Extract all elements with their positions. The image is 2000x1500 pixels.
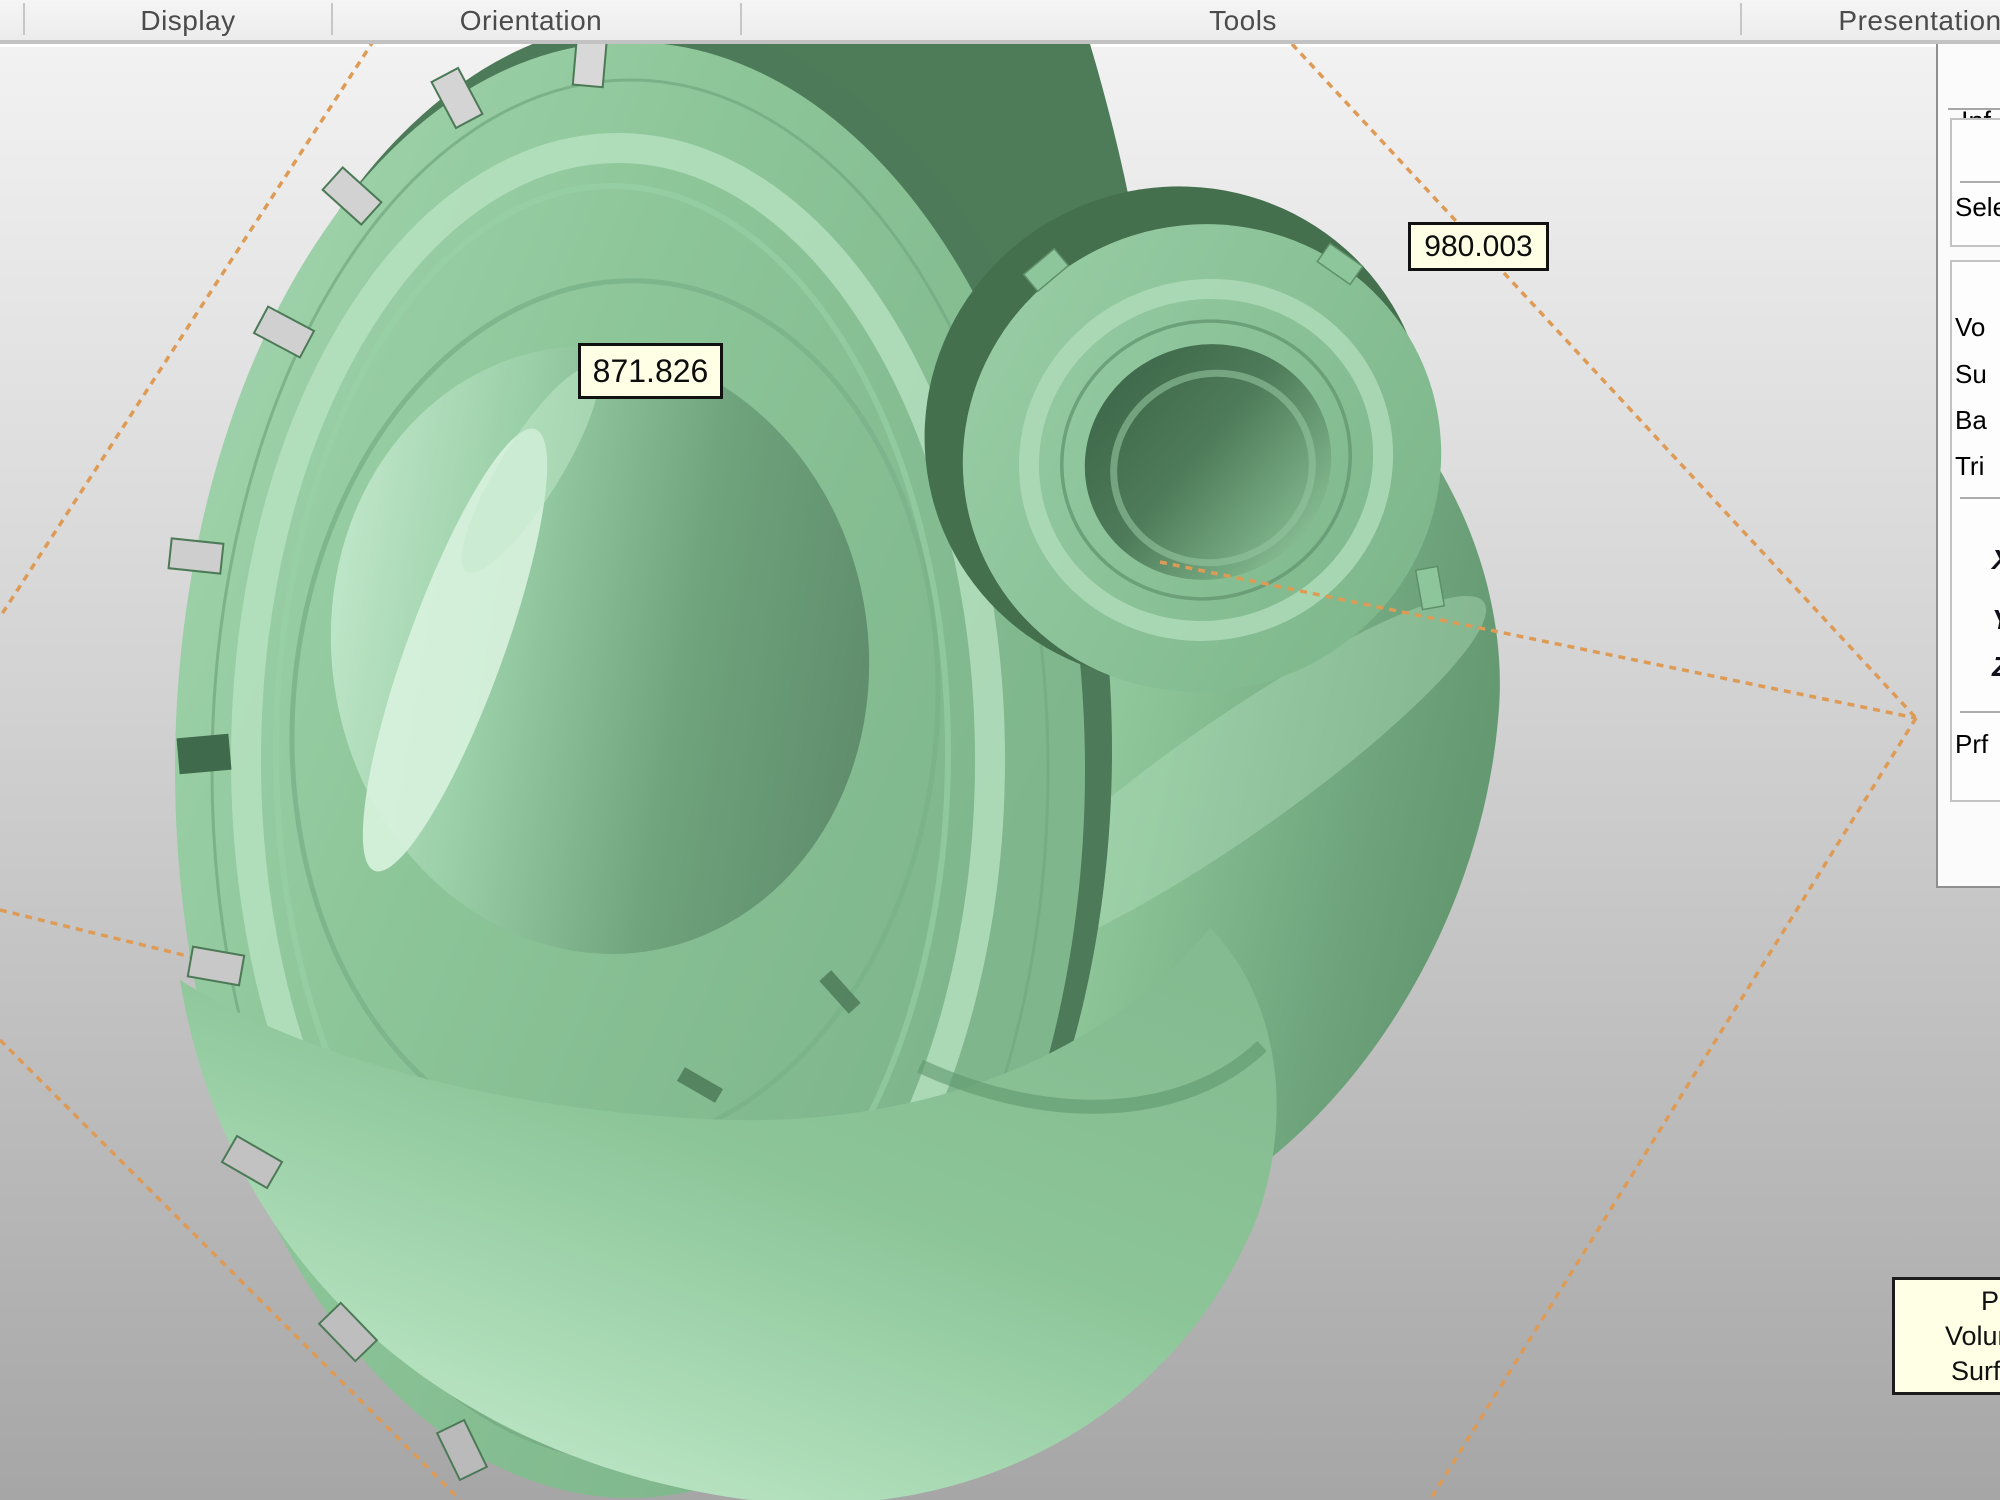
viewport-3d[interactable]	[0, 44, 2000, 1500]
select-label[interactable]: Sele	[1955, 192, 2000, 223]
menu-separator	[23, 3, 25, 35]
stat-surface-label: Su	[1955, 359, 1987, 390]
menu-orientation[interactable]: Orientation	[460, 4, 602, 38]
measurement-tooltip: P Volume Surfac	[1892, 1277, 2000, 1395]
axis-x-label: X	[1992, 544, 2000, 576]
group-divider	[1960, 711, 2000, 714]
dimension-label-width: 871.826	[578, 343, 723, 399]
menu-presentation[interactable]: Presentation	[1838, 4, 2000, 38]
group-divider	[1960, 181, 2000, 184]
menu-bar: Display Orientation Tools Presentation	[0, 0, 2000, 44]
stat-triangles-label: Tri	[1955, 451, 1984, 482]
stat-volume-label: Vo	[1955, 312, 1985, 343]
stats-group-box: Vo Su Ba Tri X Y Z Prf	[1950, 260, 2000, 802]
axis-y-label: Y	[1992, 604, 2000, 636]
group-divider	[1960, 497, 2000, 500]
menu-tools[interactable]: Tools	[1209, 4, 1277, 38]
menu-separator	[740, 3, 742, 35]
stat-bad-label: Ba	[1955, 405, 1987, 436]
tooltip-line-3: Surfac	[1895, 1354, 2000, 1389]
menu-separator	[331, 3, 333, 35]
menu-separator	[1740, 3, 1742, 35]
panel-divider	[1948, 108, 2000, 110]
menu-display[interactable]: Display	[140, 4, 235, 38]
tooltip-line-2: Volume	[1895, 1319, 2000, 1354]
selection-group-box: Sele	[1950, 118, 2000, 247]
panel-footer-label: Prf	[1955, 729, 1988, 760]
dimension-label-height: 980.003	[1408, 222, 1549, 271]
info-panel: Inf Sele Vo Su Ba Tri X Y Z Prf	[1936, 44, 2000, 888]
tooltip-line-1: P	[1895, 1284, 2000, 1319]
axis-z-label: Z	[1992, 651, 2000, 683]
